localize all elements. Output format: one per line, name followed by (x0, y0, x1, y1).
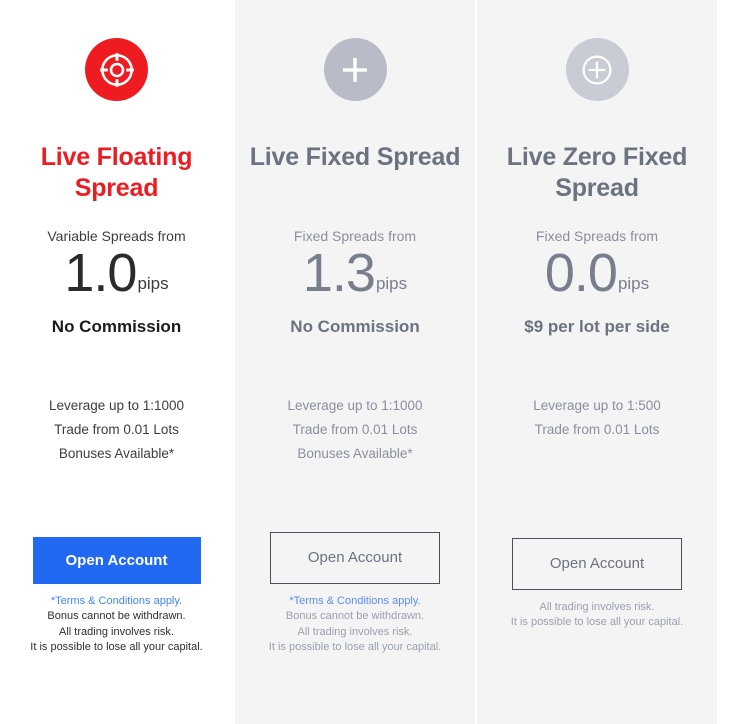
spread-unit: pips (375, 274, 408, 293)
plan-title: Live Fixed Spread (249, 143, 461, 171)
spread-figure: 0.0 (544, 243, 618, 303)
footnote-block: *Terms & Conditions apply. Bonus cannot … (0, 594, 233, 656)
lifebuoy-icon (85, 38, 148, 101)
spread-figure: 1.0 (64, 243, 137, 303)
plan-card-live-floating-spread: Live Floating Spread Variable Spreads fr… (0, 0, 233, 724)
plan-title: Live Floating Spread (40, 143, 193, 203)
list-item: Bonuses Available* (297, 446, 413, 462)
list-item: Leverage up to 1:1000 (48, 398, 185, 413)
plan-card-live-zero-fixed-spread: Live Zero Fixed Spread Fixed Spreads fro… (477, 0, 717, 724)
terms-conditions-link[interactable]: *Terms & Conditions apply. (0, 594, 233, 610)
spread-unit: pips (617, 274, 650, 293)
list-item: Trade from 0.01 Lots (534, 422, 660, 438)
plus-icon (323, 38, 387, 101)
spread-unit: pips (137, 274, 169, 293)
commission-text: $9 per lot per side (524, 317, 670, 336)
list-item: Trade from 0.01 Lots (292, 422, 418, 438)
commission-text: No Commission (290, 317, 420, 336)
footnote-line: Bonus cannot be withdrawn. (47, 610, 186, 623)
footnote-line: It is possible to lose all your capital. (268, 641, 442, 654)
spread-figure-row: 1.3 pips (303, 246, 407, 308)
plan-card-live-fixed-spread: Live Fixed Spread Fixed Spreads from 1.3… (235, 0, 475, 724)
feature-list: Leverage up to 1:1000 Trade from 0.01 Lo… (287, 394, 422, 466)
footnote-block: *Terms & Conditions apply. Bonus cannot … (235, 594, 475, 656)
spread-label: Fixed Spreads from (535, 228, 659, 244)
list-item: Bonuses Available* (58, 446, 175, 462)
open-account-button[interactable]: Open Account (270, 531, 440, 584)
cta-container: Open Account *Terms & Conditions apply. … (0, 536, 233, 656)
footnote-line: All trading involves risk. (297, 625, 413, 638)
commission-text: No Commission (51, 317, 182, 336)
open-account-button[interactable]: Open Account (32, 536, 201, 584)
cta-container: Open Account *Terms & Conditions apply. … (235, 531, 475, 656)
open-account-button[interactable]: Open Account (512, 537, 682, 590)
footnote-line: Bonus cannot be withdrawn. (285, 610, 425, 623)
feature-list: Leverage up to 1:500 Trade from 0.01 Lot… (533, 394, 661, 442)
circle-plus-icon (565, 38, 629, 101)
footnote-line: It is possible to lose all your capital. (30, 641, 203, 654)
list-item: Leverage up to 1:1000 (287, 398, 423, 413)
feature-list: Leverage up to 1:1000 Trade from 0.01 Lo… (49, 394, 184, 466)
footnote-line: All trading involves risk. (539, 600, 655, 613)
spread-figure-row: 0.0 pips (545, 246, 649, 308)
footnote-line: All trading involves risk. (59, 625, 174, 638)
terms-conditions-link[interactable]: *Terms & Conditions apply. (235, 594, 475, 610)
plan-title: Live Zero Fixed Spread (506, 143, 688, 203)
page-right-margin (717, 0, 731, 724)
account-plans-comparison: Live Floating Spread Variable Spreads fr… (0, 0, 740, 724)
cta-container: Open Account All trading involves risk. … (477, 537, 717, 631)
footnote-line: It is possible to lose all your capital. (510, 616, 684, 629)
footnote-block: All trading involves risk. It is possibl… (477, 600, 717, 631)
spread-label: Fixed Spreads from (293, 228, 417, 244)
list-item: Leverage up to 1:500 (533, 398, 661, 413)
spread-figure: 1.3 (302, 243, 376, 303)
spread-label: Variable Spreads from (47, 228, 186, 244)
spread-figure-row: 1.0 pips (64, 246, 168, 308)
list-item: Trade from 0.01 Lots (54, 422, 179, 438)
